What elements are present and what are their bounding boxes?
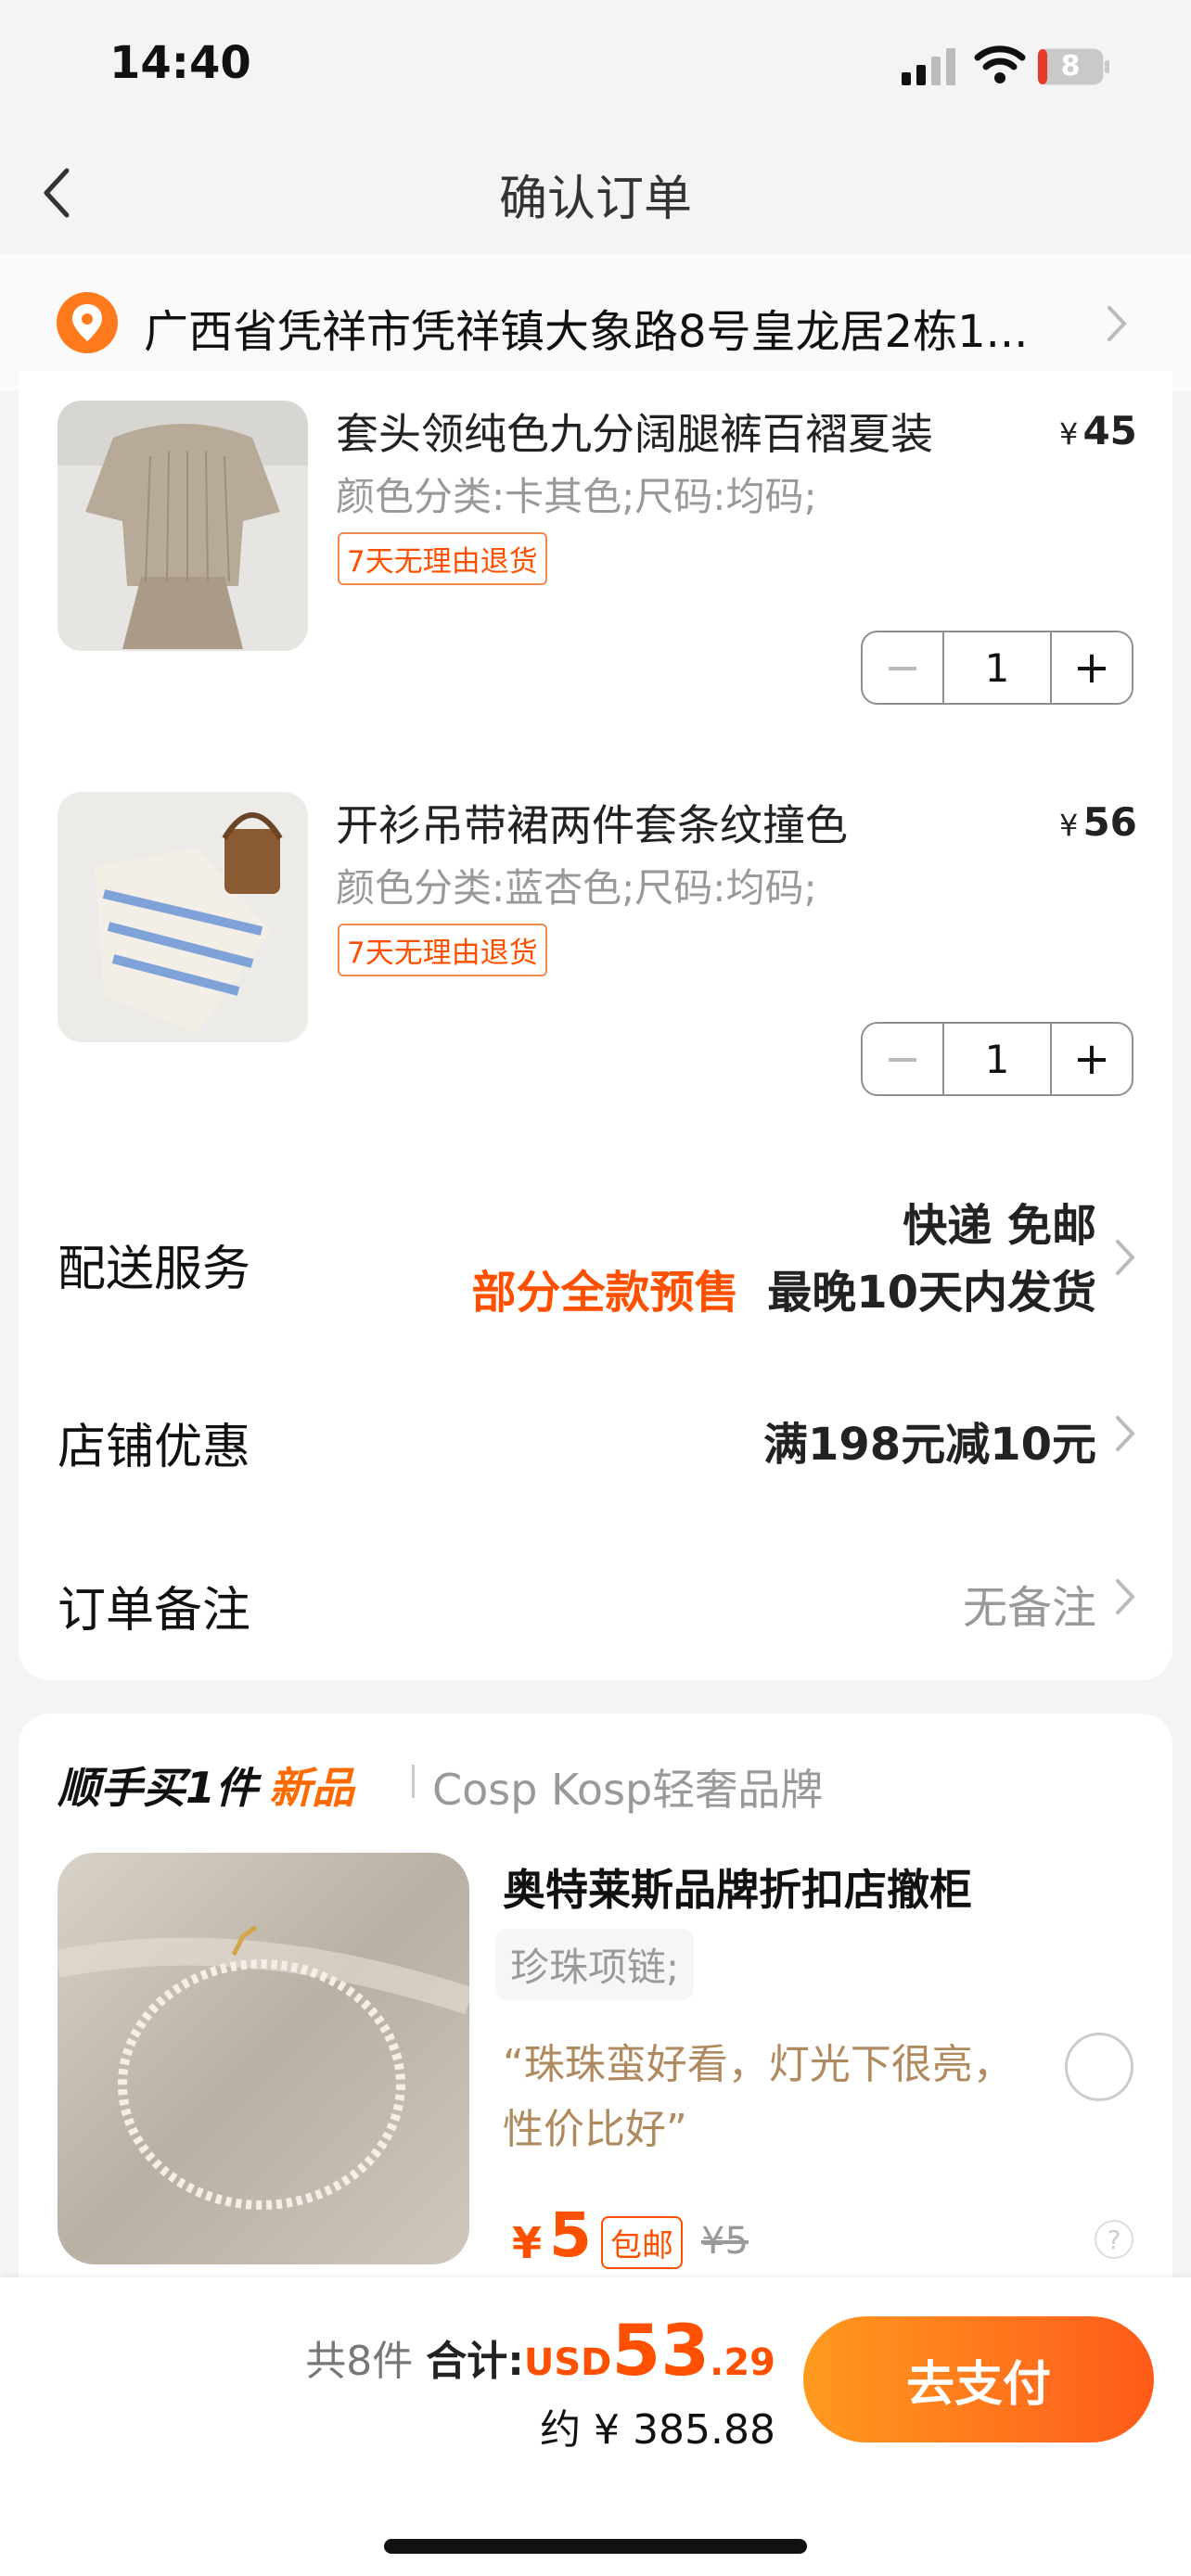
item-count: 共8件 — [305, 2338, 414, 2385]
chevron-right-icon — [1116, 1416, 1135, 1451]
new-label: 新品 — [269, 1763, 355, 1813]
order-remark-label: 订单备注 — [58, 1583, 251, 1639]
delivery-label: 配送服务 — [58, 1242, 251, 1297]
increase-button[interactable]: + — [1052, 632, 1132, 703]
delivery-method[interactable]: 快递 免邮 — [649, 1189, 1096, 1254]
brand-name[interactable]: Cosp Kosp轻奢品牌 — [432, 1756, 823, 1817]
status-time: 14:40 — [109, 37, 251, 89]
recommend-heading: 顺手买1件 新品 — [58, 1754, 354, 1816]
delivery-time[interactable]: 部分全款预售 最晚10天内发货 — [371, 1256, 1096, 1320]
select-radio[interactable] — [1065, 2033, 1133, 2101]
total-amount-dec: .29 — [710, 2341, 775, 2384]
quantity-stepper[interactable]: − 1 + — [861, 631, 1133, 705]
chevron-right-icon — [1116, 1579, 1135, 1614]
recommend-title: 顺手买1件 — [58, 1763, 259, 1813]
product-title[interactable]: 开衫吊带裙两件套条纹撞色 — [336, 792, 848, 853]
wifi-icon — [974, 45, 1026, 83]
store-discount-label: 店铺优惠 — [58, 1420, 251, 1475]
product-price: ¥ 56 — [1059, 799, 1137, 845]
battery-level: 8 — [1060, 50, 1081, 83]
currency-symbol: ¥ — [1059, 808, 1079, 843]
review-quote: “珠珠蛮好看，灯光下很亮，性价比好” — [503, 2041, 1014, 2153]
cellular-signal-icon — [902, 48, 955, 85]
chevron-right-icon — [1108, 306, 1127, 341]
currency-symbol: ¥ — [1059, 416, 1079, 452]
page-title: 确认订单 — [498, 172, 692, 227]
chevron-right-icon — [1116, 1240, 1135, 1275]
recommend-spec-tag: 珍珠项链; — [495, 1929, 695, 2000]
free-shipping-badge: 包邮 — [601, 2216, 683, 2269]
increase-button[interactable]: + — [1052, 1024, 1132, 1094]
recommend-product-title[interactable]: 奥特莱斯品牌折扣店撤柜 — [503, 1856, 972, 1918]
location-pin-icon — [57, 292, 118, 353]
ship-time: 最晚10天内发货 — [767, 1267, 1096, 1319]
total-currency: USD — [523, 2341, 612, 2384]
product-price: ¥ 45 — [1059, 408, 1137, 453]
presale-label: 部分全款预售 — [471, 1267, 739, 1319]
product-spec[interactable]: 颜色分类:蓝杏色;尺码:均码; — [336, 857, 817, 913]
return-policy-badge: 7天无理由退货 — [338, 532, 547, 585]
help-icon[interactable]: ? — [1095, 2220, 1133, 2259]
quantity-value[interactable]: 1 — [942, 1024, 1052, 1094]
product-image[interactable] — [58, 401, 308, 651]
total-amount-int: 53 — [611, 2309, 711, 2391]
price-value: 56 — [1082, 799, 1137, 845]
quantity-value[interactable]: 1 — [942, 632, 1052, 703]
currency-symbol: ¥ — [512, 2218, 543, 2268]
divider — [412, 1765, 415, 1798]
recommend-price: 5 — [549, 2200, 592, 2271]
order-total: 共8件 合计:USD53.29 — [302, 2309, 775, 2391]
recommend-image[interactable] — [58, 1853, 469, 2264]
product-image[interactable] — [58, 792, 308, 1042]
product-title[interactable]: 套头领纯色九分阔腿裤百褶夏装 — [336, 401, 933, 462]
return-policy-badge: 7天无理由退货 — [338, 924, 547, 976]
price-value: 45 — [1082, 408, 1137, 453]
shipping-address[interactable]: 广西省凭祥市凭祥镇大象路8号皇龙居2栋1... — [144, 295, 1081, 360]
store-discount-value[interactable]: 满198元减10元 — [649, 1408, 1096, 1473]
total-label: 合计: — [426, 2338, 524, 2385]
order-remark-value[interactable]: 无备注 — [649, 1571, 1096, 1636]
decrease-button[interactable]: − — [863, 1024, 942, 1094]
home-indicator — [384, 2539, 807, 2554]
decrease-button[interactable]: − — [863, 632, 942, 703]
approx-cny-total: 约 ¥ 385.88 — [540, 2406, 775, 2454]
pay-button[interactable]: 去支付 — [803, 2316, 1154, 2442]
battery-icon: 8 — [1037, 48, 1111, 85]
quantity-stepper[interactable]: − 1 + — [861, 1022, 1133, 1096]
original-price: ¥5 — [701, 2220, 749, 2263]
product-spec[interactable]: 颜色分类:卡其色;尺码:均码; — [336, 465, 817, 522]
